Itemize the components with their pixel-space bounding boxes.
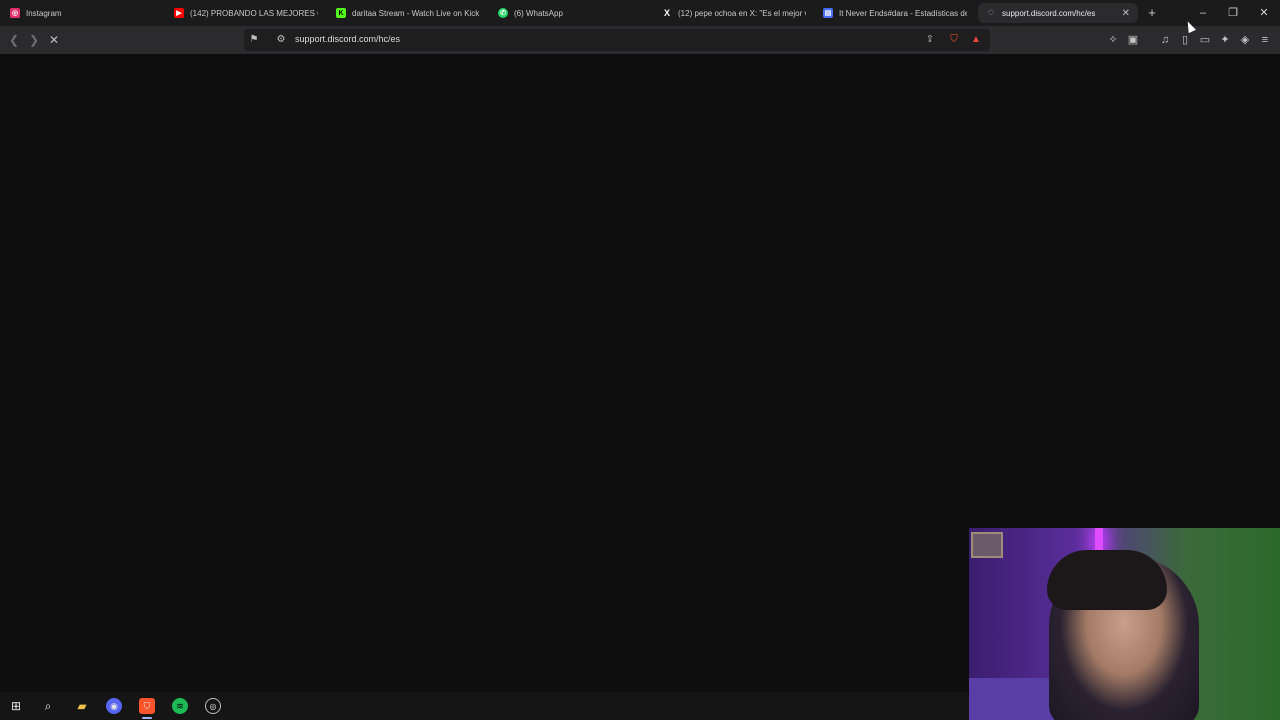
file-explorer-icon[interactable]: ▰ bbox=[74, 698, 90, 714]
stats-site-icon: ▤ bbox=[823, 8, 833, 18]
minimize-button[interactable]: – bbox=[1194, 4, 1212, 22]
tab-label: (12) pepe ochoa en X: "Es el mejor v bbox=[678, 8, 806, 18]
tab-label: It Never Ends#dara - Estadísticas de bbox=[839, 8, 967, 18]
instagram-icon: ◎ bbox=[10, 8, 20, 18]
obs-icon[interactable]: ◎ bbox=[205, 698, 221, 714]
url-text[interactable]: support.discord.com/hc/es bbox=[295, 34, 400, 44]
sidebar-icon[interactable]: ▯ bbox=[1177, 32, 1193, 48]
bookmark-icon[interactable]: ⚑ bbox=[247, 33, 261, 47]
share-icon[interactable]: ⇪ bbox=[923, 33, 937, 47]
tab-x[interactable]: X (12) pepe ochoa en X: "Es el mejor v bbox=[654, 3, 814, 23]
kick-icon: K bbox=[336, 8, 346, 18]
brave-icon[interactable]: ⛉ bbox=[139, 698, 155, 719]
tab-youtube[interactable]: ▶ (142) PROBANDO LAS MEJORES CO bbox=[166, 3, 326, 23]
address-bar[interactable]: ⚑ ⚙ support.discord.com/hc/es ⇪ ⛉ ▲ bbox=[244, 29, 990, 51]
site-settings-icon[interactable]: ⚙ bbox=[274, 33, 288, 47]
stop-loading-button[interactable]: ✕ bbox=[45, 31, 63, 49]
back-button[interactable]: ❮ bbox=[5, 31, 23, 49]
whatsapp-icon: ✆ bbox=[498, 8, 508, 18]
screenshot-icon[interactable]: ▣ bbox=[1125, 32, 1141, 48]
media-icon[interactable]: ♫ bbox=[1157, 32, 1173, 48]
discord-icon[interactable]: ◉ bbox=[106, 698, 122, 714]
leo-ai-icon[interactable]: ✦ bbox=[1217, 32, 1233, 48]
navigation-toolbar: ❮ ❯ ✕ ⚑ ⚙ support.discord.com/hc/es ⇪ ⛉ … bbox=[0, 26, 1280, 54]
vpn-icon[interactable]: ◈ bbox=[1237, 32, 1253, 48]
tab-label: daritaa Stream - Watch Live on Kick bbox=[352, 8, 480, 18]
new-tab-button[interactable]: + bbox=[1144, 5, 1160, 21]
tab-whatsapp[interactable]: ✆ (6) WhatsApp bbox=[490, 3, 656, 23]
tab-kick[interactable]: K daritaa Stream - Watch Live on Kick bbox=[328, 3, 490, 23]
windows-start-icon[interactable]: ⊞ bbox=[8, 698, 24, 714]
streamer-hair bbox=[1047, 550, 1167, 610]
tab-strip: ◎ Instagram ▶ (142) PROBANDO LAS MEJORES… bbox=[0, 0, 1280, 26]
close-window-button[interactable]: ✕ bbox=[1255, 4, 1273, 22]
taskbar: ⊞ ⌕ ▰ ◉ ⛉ ≋ ◎ bbox=[0, 692, 969, 720]
brave-rewards-icon[interactable]: ▲ bbox=[969, 33, 983, 47]
restore-button[interactable]: ❐ bbox=[1224, 4, 1242, 22]
tab-instagram[interactable]: ◎ Instagram bbox=[2, 3, 168, 23]
menu-icon[interactable]: ≡ bbox=[1257, 32, 1273, 48]
tab-label: (6) WhatsApp bbox=[514, 8, 563, 18]
tab-stats[interactable]: ▤ It Never Ends#dara - Estadísticas de bbox=[815, 3, 975, 23]
wall-frame bbox=[971, 532, 1003, 558]
brave-shields-icon[interactable]: ⛉ bbox=[947, 33, 961, 47]
forward-button[interactable]: ❯ bbox=[25, 31, 43, 49]
tab-label: (142) PROBANDO LAS MEJORES CO bbox=[190, 8, 318, 18]
spotify-icon[interactable]: ≋ bbox=[172, 698, 188, 714]
tab-label: support.discord.com/hc/es bbox=[1002, 8, 1096, 18]
youtube-icon: ▶ bbox=[174, 8, 184, 18]
loading-globe-icon: ◌ bbox=[988, 7, 994, 18]
tab-label: Instagram bbox=[26, 8, 62, 18]
screen: ◎ Instagram ▶ (142) PROBANDO LAS MEJORES… bbox=[0, 0, 1280, 720]
wallet-icon[interactable]: ▭ bbox=[1197, 32, 1213, 48]
webcam-overlay bbox=[969, 528, 1280, 720]
tab-discord-support[interactable]: ◌ support.discord.com/hc/es ✕ bbox=[978, 3, 1138, 23]
extensions-icon[interactable]: ✧ bbox=[1105, 32, 1121, 48]
search-icon[interactable]: ⌕ bbox=[40, 698, 56, 714]
x-icon: X bbox=[663, 7, 670, 18]
close-tab-icon[interactable]: ✕ bbox=[1122, 8, 1130, 19]
